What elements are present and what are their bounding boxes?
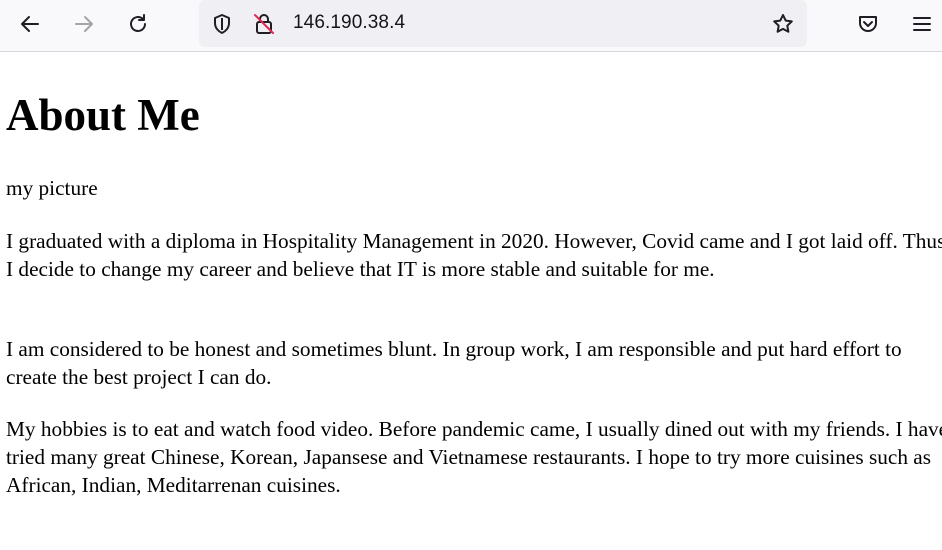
paragraph-personality: I am considered to be honest and sometim… <box>6 337 902 389</box>
pocket-icon <box>859 16 877 32</box>
tracking-protection-button[interactable] <box>206 8 238 40</box>
hamburger-menu-icon <box>913 17 931 31</box>
pocket-button[interactable] <box>852 8 884 40</box>
reload-button[interactable] <box>122 8 154 40</box>
bookmark-button[interactable] <box>767 8 799 40</box>
insecure-connection-button[interactable] <box>248 8 280 40</box>
image-alt-text: my picture <box>6 176 98 200</box>
reload-icon <box>130 14 146 32</box>
star-icon <box>773 14 793 33</box>
url-text[interactable]: 146.190.38.4 <box>293 12 405 34</box>
browser-toolbar: 146.190.38.4 <box>0 0 942 52</box>
page-content: About Me my picture I graduated with a d… <box>6 52 942 497</box>
page-title: About Me <box>6 90 200 140</box>
shield-icon <box>214 14 230 34</box>
paragraph-hobbies: My hobbies is to eat and watch food vide… <box>6 417 942 497</box>
address-bar[interactable] <box>199 0 807 47</box>
back-arrow-icon <box>21 16 39 32</box>
back-button[interactable] <box>14 8 46 40</box>
menu-button[interactable] <box>906 8 938 40</box>
forward-button[interactable] <box>68 8 100 40</box>
insecure-lock-icon <box>254 14 274 34</box>
paragraph-background: I graduated with a diploma in Hospitalit… <box>6 229 942 281</box>
forward-arrow-icon <box>75 16 93 32</box>
